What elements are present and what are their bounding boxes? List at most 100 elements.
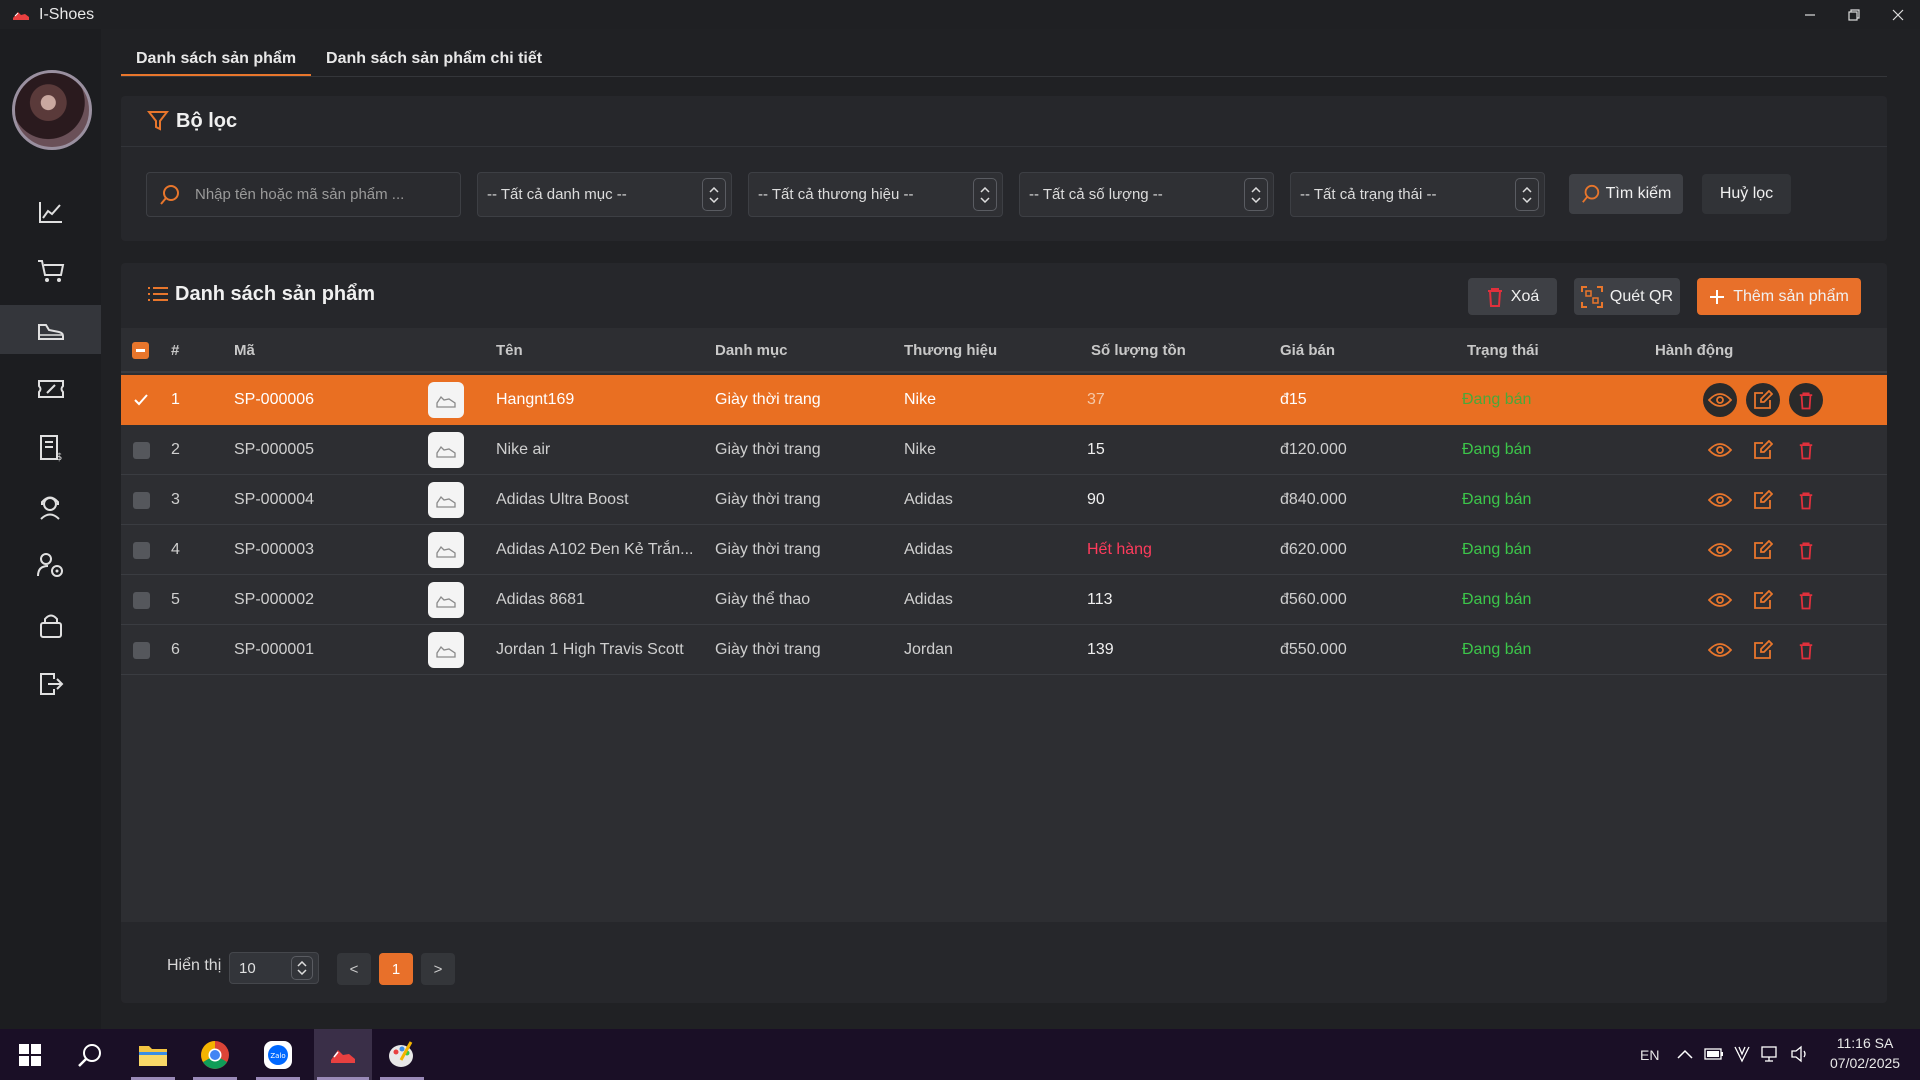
nav-customers[interactable] bbox=[0, 482, 101, 531]
close-button[interactable] bbox=[1876, 0, 1920, 29]
row-checkbox[interactable] bbox=[133, 491, 150, 509]
view-button[interactable] bbox=[1703, 533, 1737, 567]
filter-title: Bộ lọc bbox=[176, 109, 238, 132]
row-actions bbox=[1703, 625, 1823, 675]
view-button[interactable] bbox=[1703, 433, 1737, 467]
add-product-button[interactable]: Thêm sản phẩm bbox=[1697, 278, 1861, 315]
eye-icon bbox=[1708, 643, 1732, 657]
voucher-icon bbox=[37, 379, 64, 398]
edit-button[interactable] bbox=[1746, 583, 1780, 617]
next-page-button[interactable]: > bbox=[421, 953, 455, 985]
edit-icon bbox=[1754, 390, 1773, 409]
file-explorer-taskbar[interactable] bbox=[128, 1029, 178, 1080]
page-1-button[interactable]: 1 bbox=[379, 953, 413, 985]
row-checkbox-cell bbox=[133, 525, 150, 575]
tab-product-detail-list[interactable]: Danh sách sản phẩm chi tiết bbox=[311, 40, 557, 77]
category-select[interactable]: -- Tất cả danh mục -- bbox=[477, 172, 732, 217]
vpn-icon[interactable] bbox=[1734, 1045, 1750, 1063]
minimize-button[interactable] bbox=[1788, 0, 1832, 29]
table-row[interactable]: 5 SP-000002 Adidas 8681 Giày thể thao Ad… bbox=[121, 575, 1887, 625]
brand-spinner[interactable] bbox=[973, 178, 997, 211]
tab-product-list[interactable]: Danh sách sản phẩm bbox=[121, 40, 312, 77]
brand-select[interactable]: -- Tất cả thương hiệu -- bbox=[748, 172, 1003, 217]
chrome-icon bbox=[201, 1040, 229, 1069]
row-brand: Adidas bbox=[904, 591, 953, 608]
customer-support-icon bbox=[39, 496, 60, 520]
clock[interactable]: 11:16 SA 07/02/2025 bbox=[1830, 1033, 1900, 1073]
edit-button[interactable] bbox=[1746, 633, 1780, 667]
col-index: # bbox=[171, 342, 180, 359]
paint-taskbar[interactable] bbox=[377, 1029, 427, 1080]
brand-select-value: -- Tất cả thương hiệu -- bbox=[758, 186, 914, 203]
view-button[interactable] bbox=[1703, 483, 1737, 517]
taskbar-search-button[interactable] bbox=[65, 1029, 115, 1080]
prev-page-button[interactable]: < bbox=[337, 953, 371, 985]
language-indicator[interactable]: EN bbox=[1640, 1047, 1659, 1063]
view-button[interactable] bbox=[1703, 583, 1737, 617]
eye-icon bbox=[1708, 443, 1732, 457]
chevron-up-icon[interactable] bbox=[1676, 1048, 1694, 1060]
delete-selected-button[interactable]: Xoá bbox=[1468, 278, 1557, 315]
row-checkbox[interactable] bbox=[133, 375, 149, 425]
table-row[interactable]: 4 SP-000003 Adidas A102 Đen Kẻ Trắn... G… bbox=[121, 525, 1887, 575]
delete-button[interactable] bbox=[1789, 583, 1823, 617]
status-select[interactable]: -- Tất cả trạng thái -- bbox=[1290, 172, 1545, 217]
volume-icon[interactable] bbox=[1790, 1045, 1810, 1063]
edit-button[interactable] bbox=[1746, 533, 1780, 567]
view-button[interactable] bbox=[1703, 383, 1737, 417]
nav-products[interactable] bbox=[0, 305, 101, 354]
category-spinner[interactable] bbox=[702, 178, 726, 211]
view-button[interactable] bbox=[1703, 633, 1737, 667]
chrome-taskbar[interactable] bbox=[190, 1029, 240, 1080]
delete-button[interactable] bbox=[1789, 483, 1823, 517]
scan-qr-button[interactable]: Quét QR bbox=[1574, 278, 1680, 315]
nav-vouchers[interactable] bbox=[0, 364, 101, 413]
network-icon[interactable] bbox=[1760, 1045, 1780, 1063]
row-checkbox[interactable] bbox=[133, 441, 150, 459]
nav-employees[interactable] bbox=[0, 541, 101, 590]
row-checkbox[interactable] bbox=[133, 591, 150, 609]
row-brand: Nike bbox=[904, 441, 937, 458]
search-button[interactable]: Tìm kiếm bbox=[1569, 174, 1683, 214]
zalo-taskbar[interactable]: Zalo bbox=[253, 1029, 303, 1080]
restore-button[interactable] bbox=[1832, 0, 1876, 29]
nav-sales[interactable] bbox=[0, 246, 101, 295]
nav-logout[interactable] bbox=[0, 659, 101, 708]
col-brand: Thương hiệu bbox=[904, 342, 998, 359]
delete-button[interactable] bbox=[1789, 383, 1823, 417]
quantity-spinner[interactable] bbox=[1244, 178, 1268, 211]
search-input[interactable] bbox=[195, 186, 445, 203]
edit-button[interactable] bbox=[1746, 433, 1780, 467]
table-row[interactable]: 2 SP-000005 Nike air Giày thời trang Nik… bbox=[121, 425, 1887, 475]
page-size-select[interactable]: 10 bbox=[229, 952, 319, 984]
ishoes-taskbar[interactable] bbox=[314, 1029, 372, 1080]
chevron-down-icon bbox=[1251, 196, 1261, 203]
select-all-checkbox[interactable] bbox=[132, 342, 149, 359]
nav-change-password[interactable] bbox=[0, 600, 101, 649]
row-checkbox[interactable] bbox=[133, 541, 150, 559]
quantity-select[interactable]: -- Tất cả số lượng -- bbox=[1019, 172, 1274, 217]
delete-button[interactable] bbox=[1789, 533, 1823, 567]
table-row[interactable]: 6 SP-000001 Jordan 1 High Travis Scott G… bbox=[121, 625, 1887, 675]
add-product-label: Thêm sản phẩm bbox=[1733, 287, 1849, 305]
user-avatar[interactable] bbox=[12, 70, 92, 150]
edit-button[interactable] bbox=[1746, 383, 1780, 417]
delete-button[interactable] bbox=[1789, 633, 1823, 667]
start-button[interactable] bbox=[5, 1029, 55, 1080]
nav-statistics[interactable] bbox=[0, 187, 101, 236]
battery-icon[interactable] bbox=[1704, 1048, 1724, 1060]
delete-button[interactable] bbox=[1789, 433, 1823, 467]
nav-invoices[interactable]: $ bbox=[0, 423, 101, 472]
chart-line-icon bbox=[38, 201, 62, 223]
table-row[interactable]: 1 SP-000006 Hangnt169 Giày thời trang Ni… bbox=[121, 375, 1887, 425]
page-size-spinner[interactable] bbox=[291, 956, 313, 980]
table-row[interactable]: 3 SP-000004 Adidas Ultra Boost Giày thời… bbox=[121, 475, 1887, 525]
table-header: # Mã Tên Danh mục Thương hiệu Số lượng t… bbox=[121, 328, 1887, 373]
app-logo-icon bbox=[331, 1049, 355, 1063]
clear-filter-label: Huỷ lọc bbox=[1719, 185, 1774, 202]
row-checkbox[interactable] bbox=[133, 641, 150, 659]
status-spinner[interactable] bbox=[1515, 178, 1539, 211]
clear-filter-button[interactable]: Huỷ lọc bbox=[1702, 174, 1791, 214]
edit-button[interactable] bbox=[1746, 483, 1780, 517]
search-box[interactable] bbox=[146, 172, 461, 217]
